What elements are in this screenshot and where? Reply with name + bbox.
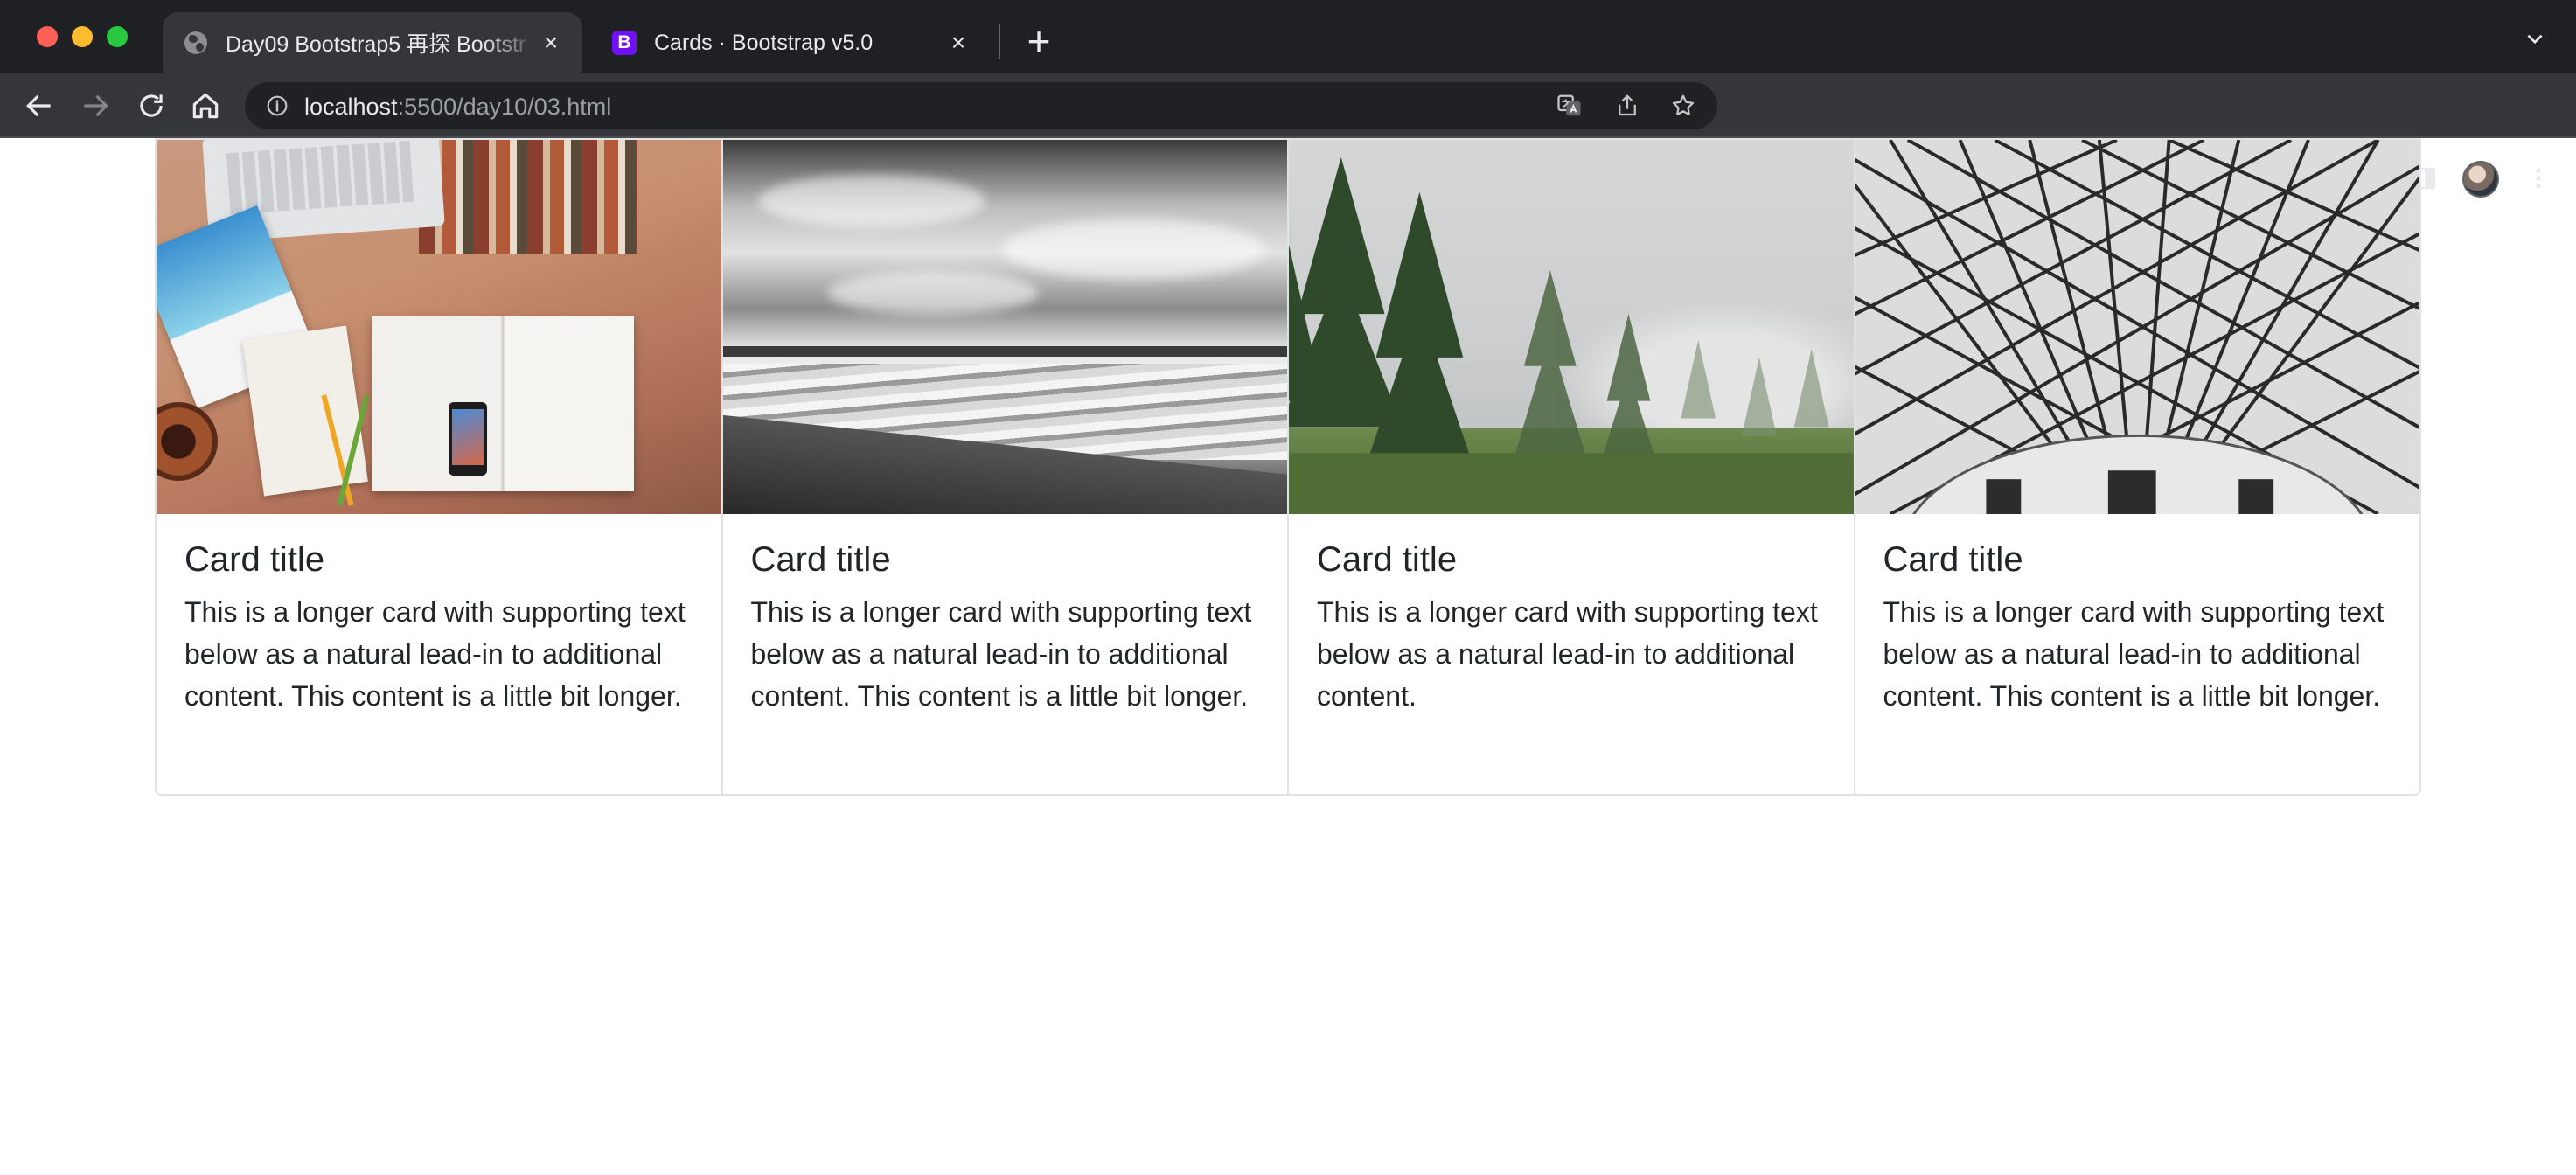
card-body: Card title This is a longer card with su… [723, 514, 1288, 741]
share-icon[interactable] [1614, 93, 1640, 119]
card-text: This is a longer card with supporting te… [184, 596, 686, 712]
url-text[interactable]: localhost:5500/day10/03.html [304, 94, 611, 120]
tab-title: Cards · Bootstrap v5.0 [654, 30, 874, 55]
more-menu-icon[interactable] [2522, 162, 2555, 195]
card: Card title This is a longer card with su… [1289, 138, 1855, 794]
reload-icon[interactable] [135, 89, 168, 122]
address-bar[interactable]: localhost:5500/day10/03.html [245, 82, 1717, 129]
bootstrap-icon: B [612, 31, 637, 55]
card: Card title This is a longer card with su… [1855, 138, 2420, 794]
card-title: Card title [1883, 540, 2023, 579]
bookmark-star-icon[interactable] [1670, 93, 1696, 119]
card-image-desk [157, 138, 721, 514]
close-window-button[interactable] [37, 26, 58, 47]
close-tab-icon[interactable]: × [539, 31, 563, 55]
card-image-beach [722, 138, 1287, 514]
tab-day09[interactable]: Day09 Bootstrap5 再探 Bootstr × [163, 12, 582, 73]
tab-strip: Day09 Bootstrap5 再探 Bootstr × B Cards · … [0, 0, 2576, 73]
card-body: Card title This is a longer card with su… [1289, 514, 1854, 741]
site-info-icon[interactable] [266, 94, 289, 117]
browser-toolbar: localhost:5500/day10/03.html S FE [0, 73, 2576, 203]
card-body: Card title This is a longer card with su… [1855, 514, 2420, 741]
tab-divider [999, 24, 1000, 59]
home-icon[interactable] [189, 89, 222, 122]
minimize-window-button[interactable] [72, 26, 93, 47]
card-image-dome [1855, 138, 2419, 514]
card: Card title This is a longer card with su… [722, 138, 1289, 794]
card-text: This is a longer card with supporting te… [750, 596, 1252, 712]
card-text: This is a longer card with supporting te… [1317, 596, 1818, 712]
card: Card title This is a longer card with su… [157, 138, 723, 794]
profile-avatar[interactable] [2462, 161, 2499, 198]
card-image-forest [1289, 138, 1854, 514]
tab-title: Day09 Bootstrap5 再探 Bootstr [226, 32, 526, 57]
forward-arrow-icon[interactable] [79, 89, 112, 122]
globe-icon [184, 31, 208, 55]
card-title: Card title [750, 540, 891, 579]
new-tab-button[interactable]: + [1021, 21, 1056, 61]
card-title: Card title [1317, 540, 1458, 579]
translate-icon[interactable] [1556, 93, 1583, 119]
back-arrow-icon[interactable] [23, 89, 56, 122]
card-text: This is a longer card with supporting te… [1883, 596, 2385, 712]
tab-search-chevron-icon[interactable] [2524, 28, 2546, 51]
close-tab-icon[interactable]: × [946, 31, 971, 55]
tab-bootstrap-cards[interactable]: B Cards · Bootstrap v5.0 × [591, 12, 990, 73]
card-body: Card title This is a longer card with su… [157, 514, 721, 741]
card-group: Card title This is a longer card with su… [155, 138, 2421, 796]
card-title: Card title [184, 540, 325, 579]
maximize-window-button[interactable] [107, 26, 128, 47]
